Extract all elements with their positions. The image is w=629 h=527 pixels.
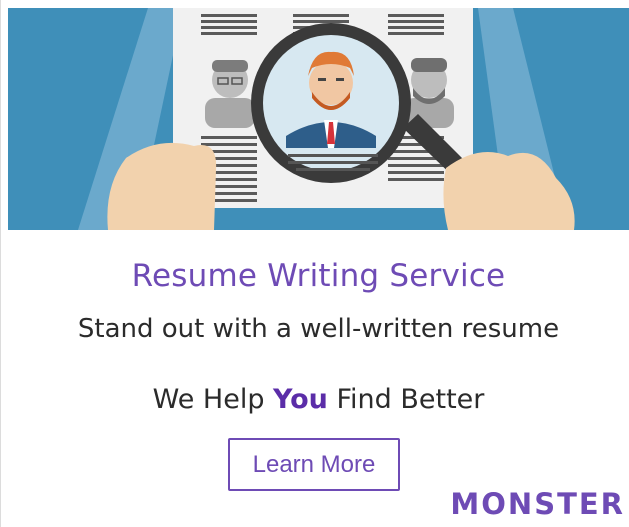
hero-illustration: [8, 8, 629, 230]
ad-subhead: Stand out with a well-written resume: [77, 314, 560, 344]
ad-tagline: We Help You Find Better: [8, 384, 629, 415]
tagline-after: Find Better: [327, 384, 485, 415]
tagline-emphasis: You: [273, 384, 328, 415]
magnifier-icon: [251, 23, 411, 183]
monster-logo: MONSTER: [450, 487, 625, 521]
learn-more-button[interactable]: Learn More: [228, 438, 400, 491]
ad-headline: Resume Writing Service: [131, 258, 506, 294]
resume-ad-banner[interactable]: Resume Writing Service Stand out with a …: [0, 0, 629, 527]
tagline-before: We Help: [152, 384, 274, 415]
ad-frame-border: [0, 0, 1, 527]
